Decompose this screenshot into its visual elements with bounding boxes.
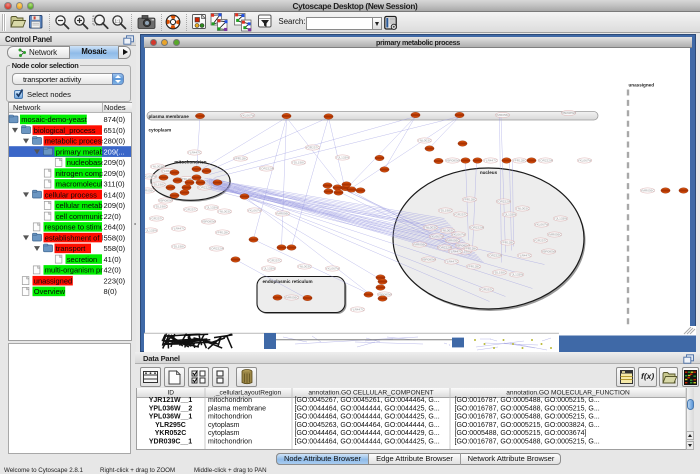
svg-text:[GO:0044464, GO:0044444, GO:00: [GO:0044464, GO:0044444, GO:0044429, G..… [295, 430, 440, 437]
svg-text:annotation.GO MOLECULAR_FUNCTI: annotation.GO MOLECULAR_FUNCTION [506, 389, 630, 396]
svg-text:[GO:0044464, GO:0044444, GO:00: [GO:0044464, GO:0044444, GO:0044425, G..… [295, 438, 440, 445]
svg-text:plasma membrane: plasma membrane [208, 405, 266, 412]
svg-text:[GO:0016787, GO:0005488, GO:00: [GO:0016787, GO:0005488, GO:0005215, G..… [455, 438, 600, 445]
svg-text:mitochondrion: mitochondrion [208, 397, 252, 404]
svg-text:mitochondrion: mitochondrion [208, 438, 252, 445]
svg-text:YDR039C__1: YDR039C__1 [149, 438, 192, 445]
svg-text:[GO:0045267, GO:0045261, GO:00: [GO:0045267, GO:0045261, GO:0044464, G..… [295, 397, 440, 404]
svg-text:YKR052C: YKR052C [155, 430, 187, 437]
svg-text:YPL036W__2: YPL036W__2 [149, 405, 193, 412]
svg-text:cytoplasm: cytoplasm [208, 422, 240, 429]
svg-text:[GO:0044464, GO:0044444, GO:00: [GO:0044464, GO:0044444, GO:0044425, G..… [295, 405, 440, 412]
svg-text:[GO:0016787, GO:0005488, GO:00: [GO:0016787, GO:0005488, GO:0005215, G..… [455, 405, 600, 412]
svg-text:annotation.GO CELLULAR_COMPONE: annotation.GO CELLULAR_COMPONENT [308, 389, 433, 396]
svg-text:[GO:0044464, GO:0044444, GO:00: [GO:0044464, GO:0044444, GO:0044425, G..… [295, 414, 440, 421]
svg-text:YJR121W__1: YJR121W__1 [149, 397, 193, 404]
svg-text:mitochondrion: mitochondrion [208, 414, 252, 421]
svg-text:YPL036W__1: YPL036W__1 [149, 414, 193, 421]
svg-text:[GO:0045263, GO:0044464, GO:00: [GO:0045263, GO:0044464, GO:0044444, G..… [295, 422, 440, 429]
svg-text:cytoplasm: cytoplasm [208, 430, 240, 437]
svg-text:[GO:0016787, GO:0005215, GO:00: [GO:0016787, GO:0005215, GO:0003824, G..… [455, 422, 600, 429]
svg-text:YLR295C: YLR295C [155, 422, 186, 429]
svg-text:_cellularLayoutRegion: _cellularLayoutRegion [215, 389, 282, 396]
svg-text:[GO:0005488, GO:0005215, GO:00: [GO:0005488, GO:0005215, GO:0003674] [455, 430, 587, 437]
svg-text:[GO:0016787, GO:0005488, GO:00: [GO:0016787, GO:0005488, GO:0005215, G..… [455, 414, 600, 421]
svg-text:ID: ID [167, 389, 174, 396]
svg-text:[GO:0016787, GO:0005488, GO:00: [GO:0016787, GO:0005488, GO:0005215, G..… [455, 397, 600, 404]
